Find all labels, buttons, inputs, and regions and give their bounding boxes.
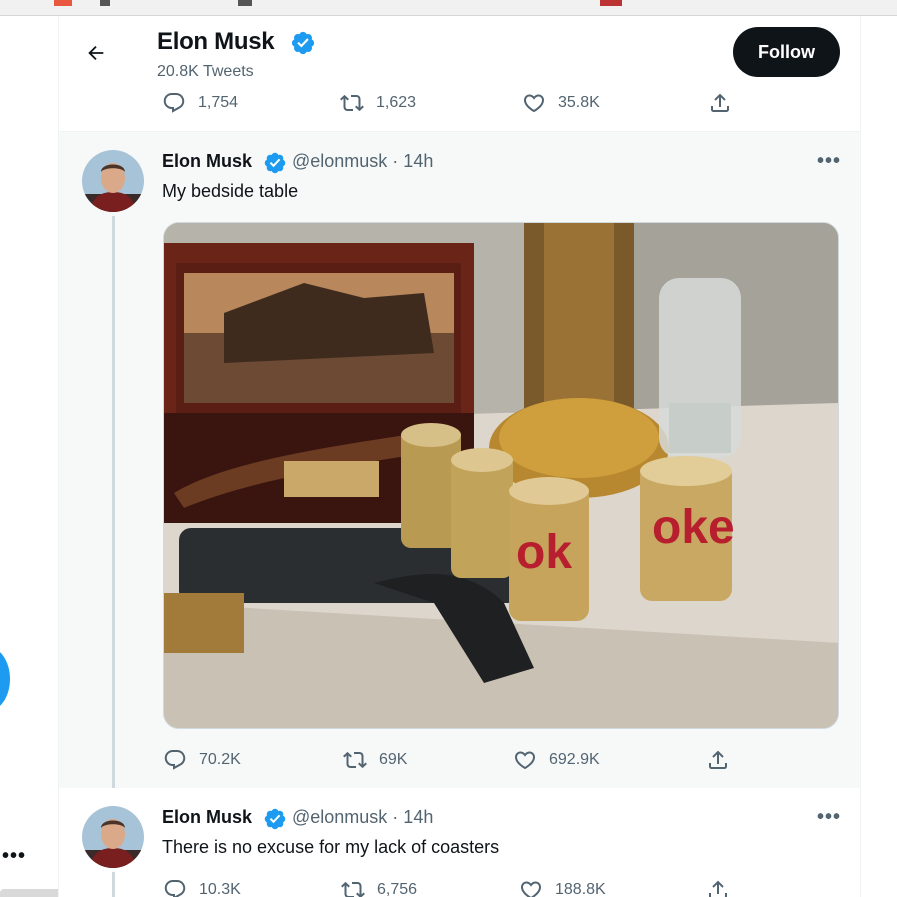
column-border bbox=[860, 16, 861, 897]
reply-icon bbox=[164, 750, 186, 770]
share-button[interactable] bbox=[706, 748, 730, 772]
bookmark-favicon[interactable] bbox=[238, 0, 252, 6]
bookmark-favicon[interactable] bbox=[100, 0, 110, 6]
svg-text:ok: ok bbox=[516, 526, 572, 579]
tweet-compose-button[interactable] bbox=[0, 647, 10, 711]
retweet-icon bbox=[340, 94, 364, 112]
reply-button[interactable]: 1,754 bbox=[162, 91, 238, 115]
thread-connector bbox=[112, 216, 115, 796]
tweet-text: My bedside table bbox=[162, 181, 299, 201]
tweet-actions: 70.2K 69K 692.9K bbox=[163, 748, 843, 772]
tweet-photo[interactable]: ok oke bbox=[163, 222, 839, 729]
previous-tweet-actions: 1,754 1,623 35.8K bbox=[162, 91, 842, 115]
sidebar-more-icon[interactable]: ••• bbox=[2, 845, 26, 868]
back-button[interactable] bbox=[79, 36, 113, 70]
like-icon bbox=[523, 94, 545, 113]
more-icon[interactable]: ••• bbox=[817, 150, 841, 173]
retweet-count: 1,623 bbox=[376, 94, 417, 111]
verified-badge-icon bbox=[291, 31, 315, 55]
bookmark-favicon[interactable] bbox=[54, 0, 72, 6]
tweet-count: 20.8K Tweets bbox=[157, 63, 254, 80]
reply-button[interactable]: 70.2K bbox=[163, 748, 241, 772]
tweet-handle-time[interactable]: @elonmusk · 14h bbox=[292, 151, 433, 172]
share-icon bbox=[709, 880, 727, 897]
profile-name: Elon Musk bbox=[157, 28, 275, 55]
share-icon bbox=[709, 750, 727, 769]
more-icon[interactable]: ••• bbox=[817, 806, 841, 829]
like-count: 35.8K bbox=[558, 94, 600, 111]
retweet-count: 6,756 bbox=[377, 881, 418, 897]
tweet-photo-image: ok oke bbox=[164, 223, 838, 728]
tweet-author-name[interactable]: Elon Musk bbox=[162, 151, 252, 172]
browser-bookmarks-bar bbox=[0, 0, 897, 16]
verified-badge-icon bbox=[264, 152, 286, 174]
share-button[interactable] bbox=[706, 878, 730, 897]
like-count: 188.8K bbox=[555, 881, 606, 897]
like-count: 692.9K bbox=[549, 751, 600, 768]
retweet-icon bbox=[343, 751, 367, 769]
reply-count: 1,754 bbox=[198, 94, 239, 111]
svg-text:oke: oke bbox=[652, 501, 735, 554]
verified-badge-icon bbox=[264, 808, 286, 830]
like-button[interactable]: 692.9K bbox=[513, 748, 600, 772]
avatar-image bbox=[82, 150, 144, 212]
follow-button[interactable]: Follow bbox=[733, 27, 840, 77]
reply-count: 10.3K bbox=[199, 881, 241, 897]
avatar[interactable] bbox=[82, 806, 144, 868]
like-button[interactable]: 188.8K bbox=[519, 878, 606, 897]
bookmark-favicon[interactable] bbox=[600, 0, 622, 6]
like-icon bbox=[521, 881, 541, 897]
tweet-actions: 10.3K 6,756 188.8K bbox=[163, 878, 843, 897]
tweet-author-name[interactable]: Elon Musk bbox=[162, 807, 252, 828]
share-icon bbox=[711, 93, 729, 112]
avatar-image bbox=[82, 806, 144, 868]
retweet-button[interactable]: 1,623 bbox=[340, 91, 416, 115]
back-arrow-icon bbox=[88, 45, 104, 61]
like-button[interactable]: 35.8K bbox=[522, 91, 600, 115]
reply-icon bbox=[163, 93, 185, 113]
like-icon bbox=[514, 751, 536, 770]
retweet-button[interactable]: 6,756 bbox=[341, 878, 417, 897]
reply-count: 70.2K bbox=[199, 751, 241, 768]
thread-connector bbox=[112, 872, 115, 897]
tweet-text: There is no excuse for my lack of coaste… bbox=[162, 837, 500, 857]
retweet-icon bbox=[341, 881, 365, 897]
profile-header: Elon Musk 20.8K Tweets Follow 1,754 1,62… bbox=[59, 16, 860, 131]
retweet-count: 69K bbox=[379, 751, 408, 768]
reply-icon bbox=[164, 880, 186, 897]
tweet-handle-time[interactable]: @elonmusk · 14h bbox=[292, 807, 433, 828]
avatar[interactable] bbox=[82, 150, 144, 212]
share-button[interactable] bbox=[708, 91, 732, 115]
retweet-button[interactable]: 69K bbox=[343, 748, 407, 772]
reply-button[interactable]: 10.3K bbox=[163, 878, 241, 897]
